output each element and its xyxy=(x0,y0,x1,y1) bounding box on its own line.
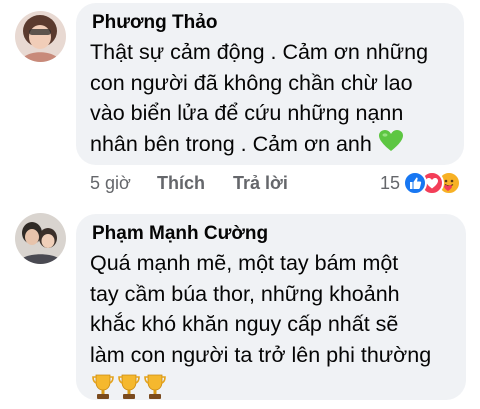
green-heart-icon xyxy=(378,129,404,162)
comment-bubble: Phương Thảo Thật sự cảm động . Cảm ơn nh… xyxy=(76,3,464,165)
comment-timestamp[interactable]: 5 giờ xyxy=(90,173,131,194)
trophy-icon xyxy=(90,372,116,409)
avatar-photo xyxy=(15,213,66,264)
comment-bubble: Phạm Mạnh Cường Quá mạnh mẽ, một tay bám… xyxy=(76,214,466,400)
reaction-icons[interactable] xyxy=(403,171,473,195)
avatar[interactable] xyxy=(15,213,66,264)
reply-button[interactable]: Trả lời xyxy=(233,173,288,194)
comment-line: vào biển lửa để cứu những nạnn xyxy=(90,101,404,125)
comment-line: tay cầm búa thor, những khoảnh xyxy=(90,281,400,306)
avatar-photo xyxy=(15,11,66,62)
reaction-count[interactable]: 15 xyxy=(380,173,400,194)
trophy-icon xyxy=(142,372,168,409)
comment-text: Thật sự cảm động . Cảm ơn những con ngườ… xyxy=(90,37,428,161)
comment-author[interactable]: Phương Thảo xyxy=(92,12,217,34)
comment-line-text: nhân bên trong . Cảm ơn anh xyxy=(90,131,372,156)
comment-text: Quá mạnh mẽ, một tay bám một tay cầm búa… xyxy=(90,248,431,409)
like-button[interactable]: Thích xyxy=(157,173,205,194)
avatar[interactable] xyxy=(15,11,66,62)
like-reaction-icon xyxy=(403,171,427,195)
comment-line: nhân bên trong . Cảm ơn anh xyxy=(90,129,428,162)
comment-line: Quá mạnh mẽ, một tay bám một xyxy=(90,251,399,275)
comment-line: làm con người ta trở lên phi thường xyxy=(90,342,432,367)
comment-emoji-line xyxy=(90,372,431,409)
comment-line: con người đã không chần chừ lao xyxy=(90,70,413,95)
comment-line: khắc khó khăn nguy cấp nhất sẽ xyxy=(90,312,399,336)
comment-author[interactable]: Phạm Mạnh Cường xyxy=(92,223,268,245)
comment-line: Thật sự cảm động . Cảm ơn những xyxy=(90,40,429,64)
trophy-icon xyxy=(116,372,142,409)
